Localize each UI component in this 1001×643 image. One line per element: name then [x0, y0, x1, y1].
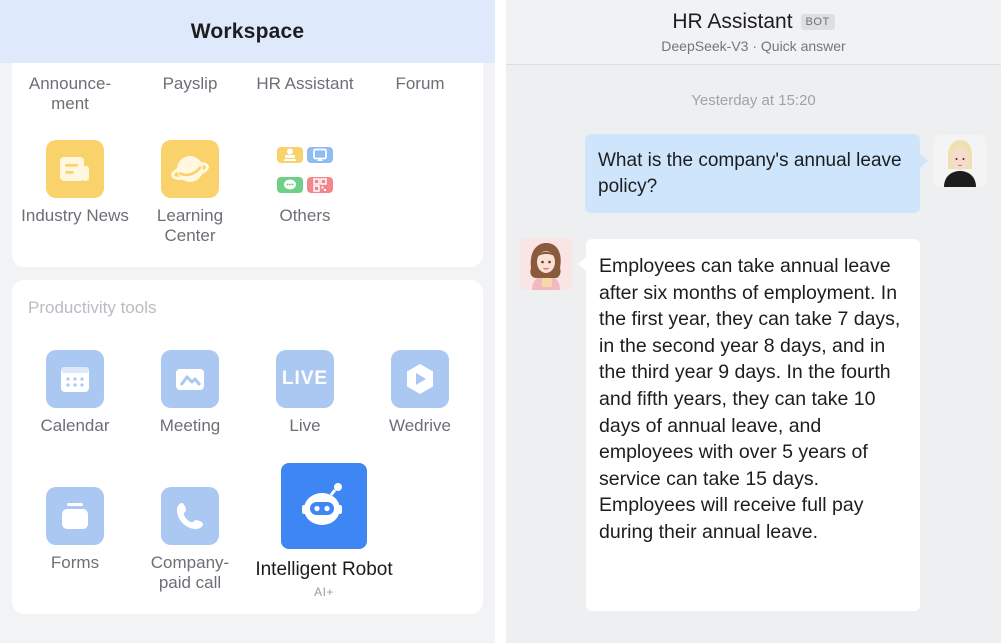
- app-calendar[interactable]: Calendar: [17, 350, 133, 436]
- bot-avatar[interactable]: [520, 238, 572, 290]
- chat-title-row: HR Assistant BOT: [506, 10, 1001, 34]
- app-intelligent-robot-label: Intelligent Robot: [255, 559, 393, 580]
- chat-header: HR Assistant BOT DeepSeek-V3 · Quick ans…: [506, 0, 1001, 65]
- app-intelligent-robot[interactable]: Intelligent Robot AI+: [244, 463, 404, 599]
- bot-message-bubble[interactable]: Employees can take annual leave after si…: [578, 239, 920, 611]
- panel-divider: [495, 0, 506, 643]
- others-grid-icon: [276, 140, 334, 198]
- live-icon-text: LIVE: [281, 368, 329, 389]
- app-industry-news-label: Industry News: [21, 206, 129, 225]
- learning-icon: [161, 140, 219, 198]
- app-live-label: Live: [289, 416, 321, 435]
- chat-bubble-icon: [277, 177, 303, 193]
- meeting-icon: [161, 350, 219, 408]
- app-forms[interactable]: Forms: [17, 487, 133, 573]
- app-live[interactable]: LIVE Live: [247, 350, 363, 436]
- ai-plus-tag: AI+: [314, 585, 334, 599]
- user-message-bubble[interactable]: What is the company's annual leave polic…: [585, 134, 928, 213]
- app-hr-assistant[interactable]: HR Assistant: [247, 74, 363, 94]
- live-icon: LIVE: [276, 350, 334, 408]
- wedrive-icon: [391, 350, 449, 408]
- apps-card: Announce- ment Payslip HR Assistant Foru…: [12, 63, 483, 267]
- user-avatar[interactable]: [934, 135, 986, 187]
- app-others[interactable]: Others: [247, 140, 363, 226]
- app-announcement[interactable]: Announce- ment: [12, 74, 128, 114]
- app-company-paid-call-label: Company- paid call: [150, 553, 230, 592]
- message-timestamp: Yesterday at 15:20: [691, 92, 816, 109]
- robot-icon: [281, 463, 367, 549]
- chat-title: HR Assistant: [672, 10, 793, 33]
- app-forms-label: Forms: [50, 553, 100, 572]
- app-wedrive-label: Wedrive: [388, 416, 452, 435]
- workspace-header: Workspace: [0, 0, 495, 63]
- app-company-paid-call[interactable]: Company- paid call: [132, 487, 248, 593]
- app-wedrive[interactable]: Wedrive: [362, 350, 478, 436]
- chat-subtitle: DeepSeek-V3 · Quick answer: [661, 38, 846, 54]
- app-announcement-label: Announce- ment: [28, 74, 112, 113]
- chat-panel: HR Assistant BOT DeepSeek-V3 · Quick ans…: [506, 0, 1001, 643]
- workspace-panel: Workspace Announce- ment Payslip HR Assi…: [0, 0, 495, 643]
- news-icon: [46, 140, 104, 198]
- bot-badge: BOT: [800, 14, 835, 30]
- app-others-label: Others: [279, 206, 331, 225]
- workspace-title: Workspace: [190, 19, 305, 43]
- app-industry-news[interactable]: Industry News: [17, 140, 133, 226]
- productivity-section-title: Productivity tools: [28, 298, 157, 317]
- forms-icon: [46, 487, 104, 545]
- app-forum[interactable]: Forum: [362, 74, 478, 94]
- app-learning-center[interactable]: Learning Center: [132, 140, 248, 246]
- app-learning-center-label: Learning Center: [156, 206, 224, 245]
- app-calendar-label: Calendar: [40, 416, 110, 435]
- app-meeting-label: Meeting: [159, 416, 221, 435]
- app-forum-label: Forum: [395, 74, 445, 93]
- app-payslip-label: Payslip: [162, 74, 218, 93]
- stamp-icon: [277, 147, 303, 163]
- productivity-card: Productivity tools Calendar Meeting LIVE…: [12, 280, 483, 614]
- qr-code-icon: [307, 177, 333, 193]
- app-meeting[interactable]: Meeting: [132, 350, 248, 436]
- app-payslip[interactable]: Payslip: [132, 74, 248, 94]
- app-hr-assistant-label: HR Assistant: [256, 74, 354, 93]
- phone-icon: [161, 487, 219, 545]
- screen-icon: [307, 147, 333, 163]
- calendar-icon: [46, 350, 104, 408]
